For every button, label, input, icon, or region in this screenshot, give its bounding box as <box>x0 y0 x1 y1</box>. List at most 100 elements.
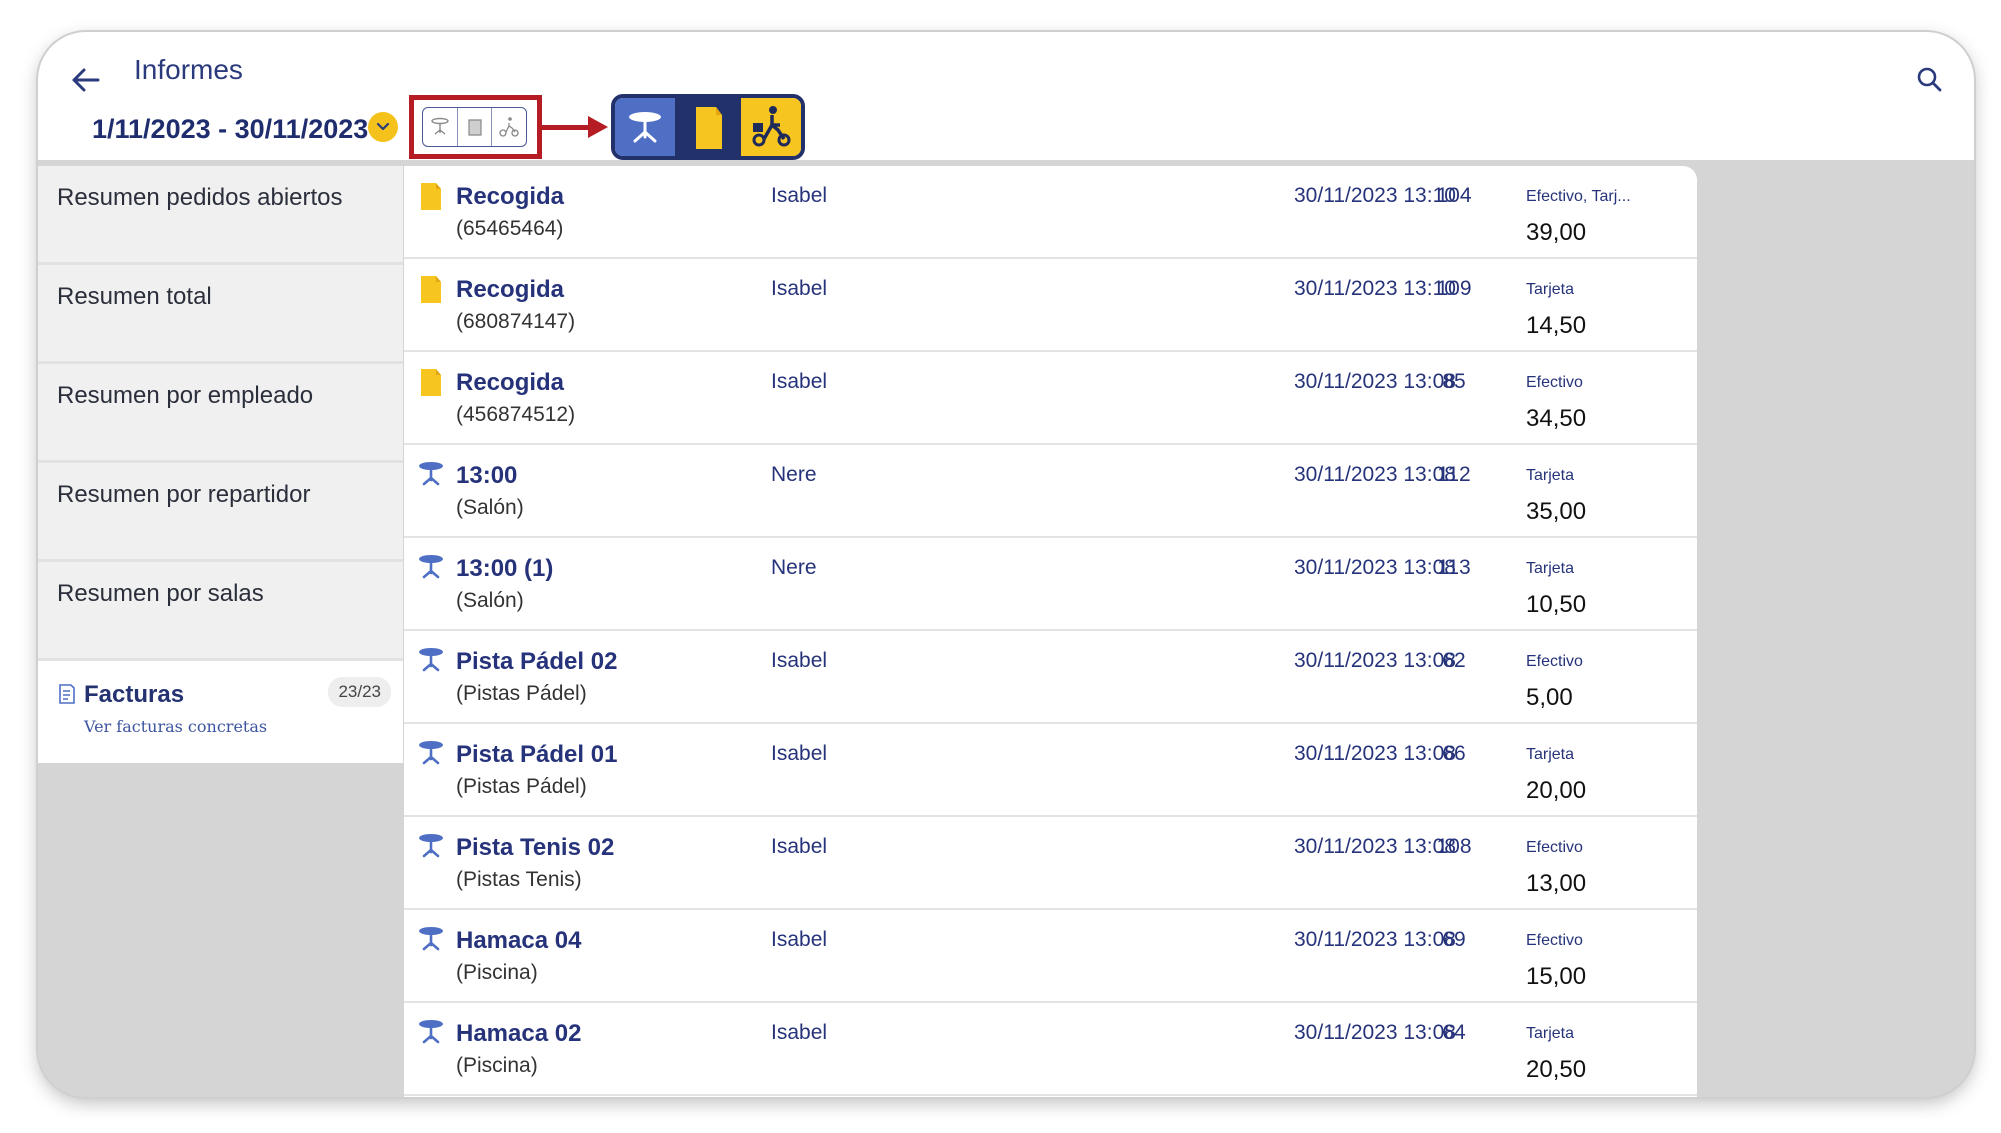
order-location: (Pistas Pádel) <box>456 775 587 798</box>
order-location: (Piscina) <box>456 961 538 984</box>
search-icon[interactable] <box>1900 50 1960 110</box>
order-payment-method: Efectivo, Tarj... <box>1526 188 1631 205</box>
order-number: 85 <box>1442 370 1466 393</box>
order-employee: Isabel <box>771 1021 828 1044</box>
order-employee: Isabel <box>771 649 828 672</box>
order-type-filter-small[interactable] <box>422 107 527 147</box>
order-name: Pista Pádel 02 <box>456 648 618 675</box>
order-payment-method: Efectivo <box>1526 653 1583 670</box>
back-arrow-icon[interactable] <box>58 50 118 110</box>
table-icon <box>416 459 446 492</box>
order-total: 5,00 <box>1526 684 1573 711</box>
order-row[interactable]: 13:00 (1) (Salón) Nere 30/11/2023 13:08 113 T… <box>404 538 1697 631</box>
order-row[interactable]: Hamaca 02 (Piscina) Isabel 30/11/2023 13:08… <box>404 1003 1697 1096</box>
order-number: 66 <box>1442 742 1466 765</box>
order-name: Pista Tenis 02 <box>456 834 615 861</box>
sidebar-item-facturas[interactable]: Facturas Ver facturas concretas 23/23 <box>38 661 403 763</box>
order-employee: Nere <box>771 463 817 486</box>
order-number: 109 <box>1436 277 1472 300</box>
order-name: Recogida <box>456 276 565 303</box>
order-location: (456874512) <box>456 403 576 426</box>
facturas-title: Facturas <box>84 681 185 708</box>
order-row[interactable]: Recogida (456874512) Isabel 30/11/2023 13:0… <box>404 352 1697 445</box>
bag-icon <box>416 273 446 310</box>
order-total: 20,00 <box>1526 777 1587 804</box>
facturas-subtitle: Ver facturas concretas <box>84 717 268 736</box>
sidebar-item-repartidor[interactable]: Resumen por repartidor <box>38 463 403 562</box>
chevron-down-icon[interactable] <box>368 112 398 142</box>
app-window: Informes 1/11/2023 - 30/11/2023 Resumen … <box>38 32 1974 1097</box>
table-icon <box>416 831 446 864</box>
table-icon <box>416 1017 446 1050</box>
facturas-count-badge: 23/23 <box>328 677 391 707</box>
table-icon <box>416 924 446 957</box>
sidebar-item-empleado[interactable]: Resumen por empleado <box>38 364 403 463</box>
order-location: (680874147) <box>456 310 576 333</box>
order-payment-method: Tarjeta <box>1526 746 1575 763</box>
arrow-connector <box>542 125 592 130</box>
order-name: Hamaca 02 <box>456 1020 582 1047</box>
bag-icon[interactable] <box>458 108 493 146</box>
order-location: (Pistas Pádel) <box>456 682 587 705</box>
order-row[interactable]: Pista Pádel 02 (Pistas Pádel) Isabel 30/11/… <box>404 631 1697 724</box>
order-name: 13:00 (1) <box>456 555 554 582</box>
order-number: 108 <box>1436 835 1472 858</box>
table-icon[interactable] <box>423 108 458 146</box>
order-payment-method: Efectivo <box>1526 839 1583 856</box>
date-range-selector[interactable]: 1/11/2023 - 30/11/2023 <box>92 114 368 145</box>
orders-list: Recogida (65465464) Isabel 30/11/2023 13:10… <box>404 166 1697 1097</box>
sidebar-item-salas[interactable]: Resumen por salas <box>38 562 403 661</box>
order-name: Pista Pádel 01 <box>456 741 618 768</box>
order-row[interactable]: Hamaca 04 (Piscina) Isabel 30/11/2023 13:08… <box>404 910 1697 1003</box>
order-payment-method: Tarjeta <box>1526 281 1575 298</box>
order-number: 113 <box>1437 556 1471 579</box>
order-payment-method: Tarjeta <box>1526 560 1575 577</box>
order-name: Recogida <box>456 369 565 396</box>
order-payment-method: Tarjeta <box>1526 467 1575 484</box>
order-row[interactable]: 13:00 (Salón) Nere 30/11/2023 13:08 112 Tarje… <box>404 445 1697 538</box>
order-location: (65465464) <box>456 217 564 240</box>
table-icon[interactable] <box>615 98 675 156</box>
order-total: 15,00 <box>1526 963 1587 990</box>
order-name: 13:00 <box>456 462 518 489</box>
document-icon <box>58 683 76 710</box>
sidebar-item-total[interactable]: Resumen total <box>38 265 403 364</box>
scooter-icon[interactable] <box>741 98 801 156</box>
order-location: (Pistas Tenis) <box>456 868 582 891</box>
order-type-filter[interactable] <box>611 94 805 160</box>
order-row[interactable]: Recogida (65465464) Isabel 30/11/2023 13:10… <box>404 166 1697 259</box>
order-total: 39,00 <box>1526 219 1587 246</box>
order-employee: Isabel <box>771 835 828 858</box>
sidebar-item-pedidos-abiertos[interactable]: Resumen pedidos abiertos <box>38 166 403 265</box>
order-number: 62 <box>1442 649 1466 672</box>
order-employee: Isabel <box>771 742 828 765</box>
order-number: 64 <box>1442 1021 1466 1044</box>
order-total: 35,00 <box>1526 498 1587 525</box>
order-row[interactable]: Pista Tenis 02 (Pistas Tenis) Isabel 30/11/… <box>404 817 1697 910</box>
order-location: (Salón) <box>456 589 524 612</box>
order-employee: Isabel <box>771 370 828 393</box>
page-title: Informes <box>134 54 243 85</box>
order-row[interactable]: Recogida (680874147) Isabel 30/11/2023 13:1… <box>404 259 1697 352</box>
order-employee: Isabel <box>771 184 828 207</box>
order-total: 34,50 <box>1526 405 1587 432</box>
table-icon <box>416 738 446 771</box>
bag-icon <box>416 180 446 217</box>
scooter-icon[interactable] <box>492 108 526 146</box>
order-total: 14,50 <box>1526 312 1587 339</box>
order-payment-method: Efectivo <box>1526 932 1583 949</box>
order-total: 20,50 <box>1526 1056 1587 1083</box>
order-location: (Piscina) <box>456 1054 538 1077</box>
order-employee: Isabel <box>771 928 828 951</box>
order-total: 10,50 <box>1526 591 1587 618</box>
bag-icon[interactable] <box>675 98 741 156</box>
order-number: 69 <box>1442 928 1466 951</box>
top-bar: Informes 1/11/2023 - 30/11/2023 <box>38 32 1974 160</box>
order-row[interactable]: Pista Pádel 01 (Pistas Pádel) Isabel 30/11/… <box>404 724 1697 817</box>
table-icon <box>416 552 446 585</box>
order-name: Recogida <box>456 183 565 210</box>
bag-icon <box>416 366 446 403</box>
table-icon <box>416 645 446 678</box>
order-employee: Isabel <box>771 277 828 300</box>
order-number: 112 <box>1437 463 1471 486</box>
